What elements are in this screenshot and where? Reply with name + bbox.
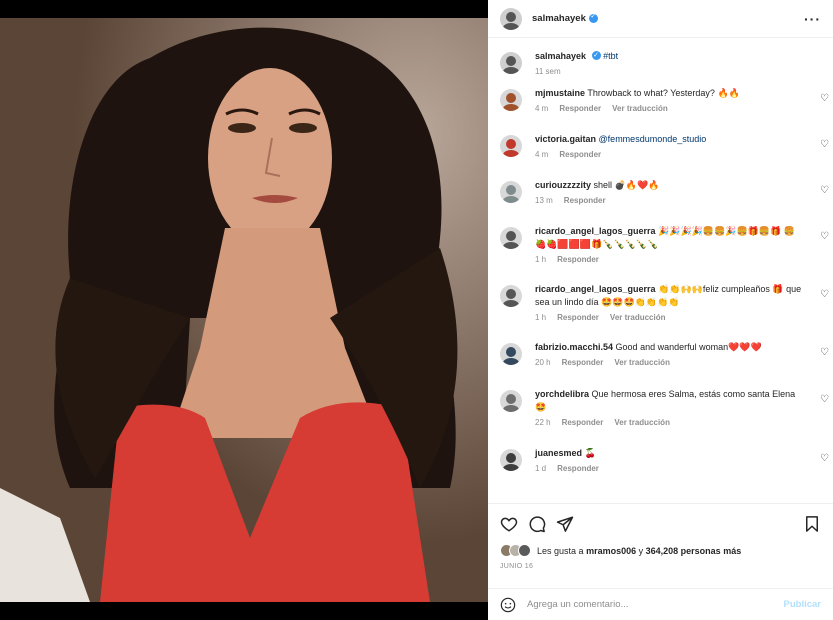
comment-like-heart-icon[interactable]: ♡ [820, 347, 829, 358]
comment-like-heart-icon[interactable]: ♡ [820, 185, 829, 196]
save-bookmark-icon[interactable] [803, 515, 821, 533]
post-photo-pane [0, 0, 488, 620]
comment-time[interactable]: 4 m [535, 104, 548, 113]
commenter-username[interactable]: ricardo_angel_lagos_guerra [535, 284, 656, 294]
comment-row: victoria.gaitan @femmesdumonde_studio 4 m… [488, 133, 833, 179]
comment-time[interactable]: 13 m [535, 196, 553, 205]
reply-button[interactable]: Responder [557, 313, 599, 322]
liker-avatar [518, 544, 531, 557]
liker-avatars [500, 544, 531, 557]
comment-like-heart-icon[interactable]: ♡ [820, 231, 829, 242]
comment-time[interactable]: 20 h [535, 358, 551, 367]
post-photo[interactable] [0, 18, 488, 602]
commenter-avatar[interactable] [500, 285, 522, 307]
reply-button[interactable]: Responder [562, 358, 604, 367]
see-translation-button[interactable]: Ver traducción [610, 313, 666, 322]
commenter-avatar[interactable] [500, 343, 522, 365]
comment-row: mjmustaine Throwback to what? Yesterday?… [488, 87, 833, 133]
commenter-avatar[interactable] [500, 390, 522, 412]
comment-text: 🍒 [584, 448, 596, 458]
publish-button[interactable]: Publicar [784, 599, 822, 610]
comment-input[interactable] [527, 599, 784, 610]
commenter-username[interactable]: ricardo_angel_lagos_guerra [535, 226, 656, 236]
comment-bubble-icon[interactable] [528, 515, 546, 533]
comment-row: juanesmed 🍒 1 d Responder ♡ [488, 447, 833, 493]
comment-time[interactable]: 4 m [535, 150, 548, 159]
commenter-avatar[interactable] [500, 181, 522, 203]
likes-joiner: y [638, 545, 644, 556]
emoji-smiley-icon[interactable] [500, 597, 516, 613]
comment-row: yorchdelibra Que hermosa eres Salma, est… [488, 388, 833, 447]
actions-section: Les gusta a mramos006 y 364,208 personas… [488, 503, 833, 620]
commenter-username[interactable]: victoria.gaitan [535, 134, 596, 144]
comment-like-heart-icon[interactable]: ♡ [820, 289, 829, 300]
post-header: salmahayek ··· [488, 0, 833, 38]
comment-like-heart-icon[interactable]: ♡ [820, 453, 829, 464]
caption-row: salmahayek #tbt 11 sem [488, 40, 833, 87]
verified-badge-icon [588, 12, 598, 23]
reply-button[interactable]: Responder [557, 464, 599, 473]
commenter-avatar[interactable] [500, 449, 522, 471]
see-translation-button[interactable]: Ver traducción [612, 104, 668, 113]
comment-like-heart-icon[interactable]: ♡ [820, 139, 829, 150]
post-date[interactable]: JUNIO 16 [488, 557, 833, 570]
comment-text: Good and wanderful woman❤️❤️❤️ [615, 342, 762, 352]
likes-user[interactable]: mramos006 [586, 546, 636, 556]
more-options-icon[interactable]: ··· [804, 12, 821, 26]
commenter-username[interactable]: fabrizio.macchi.54 [535, 342, 613, 352]
comment-text: Throwback to what? Yesterday? 🔥🔥 [587, 88, 740, 98]
commenter-username[interactable]: juanesmed [535, 448, 582, 458]
verified-badge-icon [591, 49, 601, 62]
author-username[interactable]: salmahayek [532, 13, 586, 24]
author-avatar[interactable] [500, 7, 522, 30]
comment-text[interactable]: @femmesdumonde_studio [599, 134, 707, 144]
comment-row: fabrizio.macchi.54 Good and wanderful wo… [488, 341, 833, 388]
reply-button[interactable]: Responder [559, 104, 601, 113]
likes-prefix: Les gusta a [537, 545, 584, 556]
caption-time[interactable]: 11 sem [535, 67, 561, 76]
commenter-avatar[interactable] [500, 135, 522, 157]
add-comment-bar: Publicar [488, 588, 833, 620]
commenter-username[interactable]: mjmustaine [535, 88, 585, 98]
comment-row: ricardo_angel_lagos_guerra 👏👏🙌🙌feliz cum… [488, 283, 833, 341]
commenter-username[interactable]: yorchdelibra [535, 389, 589, 399]
comments-list: salmahayek #tbt 11 sem mjmustaine Throwb… [488, 40, 833, 503]
commenter-username[interactable]: curiouzzzzity [535, 180, 591, 190]
comment-time[interactable]: 1 d [535, 464, 546, 473]
comment-like-heart-icon[interactable]: ♡ [820, 93, 829, 104]
reply-button[interactable]: Responder [562, 418, 604, 427]
comment-row: curiouzzzzity shell 💣🔥❤️🔥 13 m Responder ♡ [488, 179, 833, 225]
comment-container: mjmustaine Throwback to what? Yesterday?… [488, 87, 833, 493]
like-heart-icon[interactable] [500, 515, 518, 533]
comment-text: shell 💣🔥❤️🔥 [593, 180, 660, 190]
reply-button[interactable]: Responder [557, 255, 599, 264]
see-translation-button[interactable]: Ver traducción [614, 358, 670, 367]
likes-count[interactable]: 364,208 personas más [646, 546, 742, 556]
comment-time[interactable]: 22 h [535, 418, 551, 427]
see-translation-button[interactable]: Ver traducción [614, 418, 670, 427]
comment-row: ricardo_angel_lagos_guerra 🎉🎉🎉🎉🍔🍔🎉🍔🎁🍔🎁 🍔… [488, 225, 833, 283]
commenter-avatar[interactable] [500, 89, 522, 111]
caption-avatar[interactable] [500, 52, 522, 74]
comment-time[interactable]: 1 h [535, 255, 546, 264]
post-side-panel: salmahayek ··· salmahayek #tbt 11 sem mj… [488, 0, 833, 620]
reply-button[interactable]: Responder [559, 150, 601, 159]
share-paper-plane-icon[interactable] [556, 515, 574, 533]
comment-time[interactable]: 1 h [535, 313, 546, 322]
action-icons-row [488, 504, 833, 544]
commenter-avatar[interactable] [500, 227, 522, 249]
comment-like-heart-icon[interactable]: ♡ [820, 394, 829, 405]
caption-username[interactable]: salmahayek [535, 51, 586, 61]
reply-button[interactable]: Responder [564, 196, 606, 205]
likes-summary: Les gusta a mramos006 y 364,208 personas… [488, 544, 833, 557]
caption-text[interactable]: #tbt [603, 51, 618, 61]
